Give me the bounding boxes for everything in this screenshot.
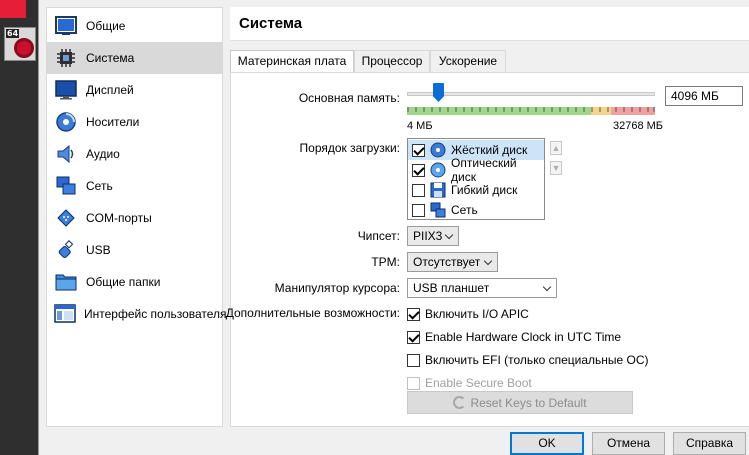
reset-keys-label: Reset Keys to Default — [470, 395, 587, 410]
optical-disk-icon — [430, 162, 446, 178]
efi-label: Включить EFI (только специальные ОС) — [425, 353, 649, 367]
sidebar-item-label: Общие — [86, 19, 126, 33]
utc-clock-checkbox[interactable] — [407, 330, 420, 344]
tab-acceleration[interactable]: Ускорение — [430, 50, 506, 72]
secure-boot-option: Enable Secure Boot — [407, 375, 532, 391]
motherboard-panel: Основная память: 4096 МБ 4 МБ 32768 МБ П… — [226, 72, 749, 427]
chevron-down-icon — [483, 256, 493, 266]
boot-item-network[interactable]: Сеть — [408, 200, 544, 220]
boot-optical-disk-checkbox[interactable] — [412, 163, 425, 177]
sidebar-item-audio[interactable]: Аудио — [47, 138, 222, 170]
boot-item-floppy[interactable]: Гибкий диск — [408, 180, 544, 200]
sidebar-item-label: Система — [86, 51, 135, 65]
efi-option[interactable]: Включить EFI (только специальные ОС) — [407, 352, 649, 368]
chevron-down-icon — [444, 230, 454, 240]
memory-spinbox[interactable]: 4096 МБ — [665, 86, 743, 106]
sidebar-item-label: Аудио — [86, 147, 120, 161]
boot-item-label: Сеть — [451, 203, 478, 217]
storage-icon — [54, 110, 78, 134]
parent-window-strip: 64 — [0, 0, 38, 455]
network-boot-icon — [430, 202, 446, 218]
memory-slider-handle[interactable] — [433, 83, 444, 102]
io-apic-option[interactable]: Включить I/O APIC — [407, 306, 529, 322]
sidebar-item-general[interactable]: Общие — [47, 10, 222, 42]
tpm-select[interactable]: Отсутствует — [407, 252, 498, 272]
settings-content: Система Материнская плата Процессор Уско… — [226, 7, 749, 427]
extended-features-label: Дополнительные возможности: — [225, 306, 400, 320]
boot-network-checkbox[interactable] — [412, 203, 425, 217]
sidebar-item-storage[interactable]: Носители — [47, 106, 222, 138]
sidebar-item-system[interactable]: Система — [47, 42, 222, 74]
sidebar-item-network[interactable]: Сеть — [47, 170, 222, 202]
memory-min-label: 4 МБ — [407, 120, 433, 132]
tpm-value: Отсутствует — [413, 255, 481, 269]
reset-keys-button: Reset Keys to Default — [407, 391, 633, 414]
chipset-value: PIIX3 — [413, 229, 443, 243]
user-interface-icon — [54, 302, 76, 326]
utc-clock-option[interactable]: Enable Hardware Clock in UTC Time — [407, 329, 621, 345]
secure-boot-label: Enable Secure Boot — [425, 376, 532, 390]
chevron-down-icon — [542, 282, 552, 292]
memory-max-label: 32768 МБ — [613, 120, 664, 132]
general-icon — [54, 14, 78, 38]
os-logo-icon — [14, 38, 34, 58]
sidebar-item-label: Носители — [86, 115, 140, 129]
hard-disk-icon — [430, 142, 446, 158]
system-icon — [54, 46, 78, 70]
sidebar-item-label: Интерфейс пользователя — [84, 307, 227, 321]
sidebar-item-label: COM-порты — [86, 211, 152, 225]
ok-button[interactable]: OK — [510, 432, 584, 455]
cancel-button[interactable]: Отмена — [592, 432, 665, 455]
move-down-icon[interactable]: ▼ — [550, 161, 562, 175]
audio-icon — [54, 142, 78, 166]
pointing-device-label: Манипулятор курсора: — [274, 281, 400, 295]
boot-item-optical-disk[interactable]: Оптический диск — [408, 156, 544, 184]
sidebar-item-com-ports[interactable]: COM-порты — [47, 202, 222, 234]
boot-order-label: Порядок загрузки: — [299, 141, 400, 155]
io-apic-label: Включить I/O APIC — [425, 307, 529, 321]
settings-sidebar: Общие Система Дисплей Носители Аудио Сет… — [46, 7, 227, 427]
tpm-label: TPM: — [371, 255, 400, 269]
vm-os-icon[interactable]: 64 — [4, 27, 36, 61]
memory-slider-track[interactable] — [407, 92, 655, 96]
chipset-select[interactable]: PIIX3 — [407, 226, 459, 246]
sidebar-item-display[interactable]: Дисплей — [47, 74, 222, 106]
boot-hard-disk-checkbox[interactable] — [412, 143, 425, 157]
sidebar-item-usb[interactable]: USB — [47, 234, 222, 266]
help-button[interactable]: Справка — [673, 432, 746, 455]
refresh-icon — [453, 396, 467, 409]
pointing-device-value: USB планшет — [413, 281, 490, 295]
vm-arch-badge: 64 — [6, 29, 20, 38]
io-apic-checkbox[interactable] — [407, 307, 420, 321]
shared-folders-icon — [54, 270, 78, 294]
memory-slider-scale — [407, 104, 655, 115]
boot-item-label: Гибкий диск — [451, 183, 518, 197]
settings-dialog: Общие Система Дисплей Носители Аудио Сет… — [38, 0, 749, 455]
efi-checkbox[interactable] — [407, 353, 420, 367]
sidebar-item-shared-folders[interactable]: Общие папки — [47, 266, 222, 298]
boot-floppy-checkbox[interactable] — [412, 183, 425, 197]
secure-boot-checkbox — [407, 376, 420, 390]
network-icon — [54, 174, 78, 198]
usb-icon — [54, 238, 78, 262]
floppy-disk-icon — [430, 182, 446, 198]
tab-motherboard[interactable]: Материнская плата — [230, 50, 354, 73]
utc-clock-label: Enable Hardware Clock in UTC Time — [425, 330, 622, 344]
tab-processor[interactable]: Процессор — [354, 50, 430, 72]
boot-order-list[interactable]: Жёсткий диск Оптический диск Гибкий диск — [407, 138, 545, 220]
chipset-label: Чипсет: — [357, 229, 400, 243]
sidebar-item-label: Дисплей — [86, 83, 134, 97]
sidebar-item-user-interface[interactable]: Интерфейс пользователя — [47, 298, 227, 330]
close-window-icon[interactable] — [0, 0, 26, 18]
memory-label: Основная память: — [298, 91, 400, 105]
serial-ports-icon — [54, 206, 78, 230]
display-icon — [54, 78, 78, 102]
move-up-icon[interactable]: ▲ — [550, 141, 562, 155]
sidebar-item-label: USB — [86, 243, 111, 257]
sidebar-item-label: Сеть — [86, 179, 113, 193]
pointing-device-select[interactable]: USB планшет — [407, 278, 557, 298]
page-title: Система — [230, 7, 749, 41]
sidebar-item-label: Общие папки — [86, 275, 161, 289]
boot-item-label: Жёсткий диск — [451, 143, 528, 157]
